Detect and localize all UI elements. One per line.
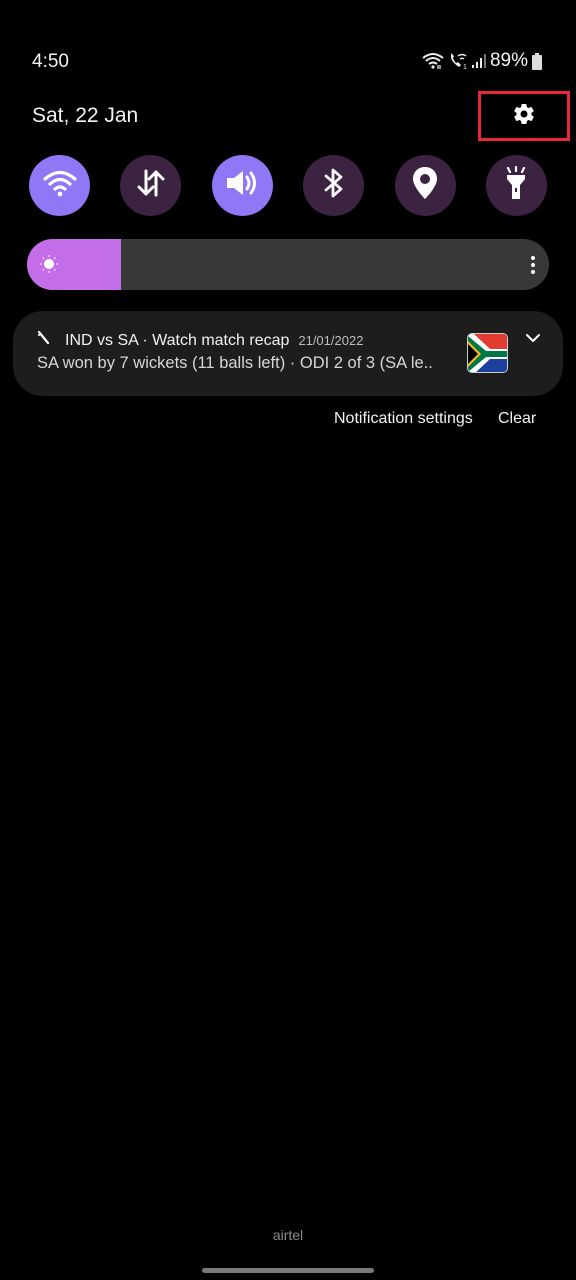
chevron-down-icon: [524, 332, 542, 349]
home-indicator[interactable]: [202, 1268, 374, 1273]
wifi-icon: [422, 52, 444, 70]
cricket-bat-icon: [37, 330, 51, 350]
gear-icon: [512, 102, 536, 131]
notification-header: IND vs SA · Watch match recap 21/01/2022: [37, 330, 364, 350]
tile-wifi[interactable]: [29, 155, 90, 216]
volume-icon: [224, 168, 260, 203]
tile-mobile-data[interactable]: [120, 155, 182, 216]
brightness-slider[interactable]: [27, 239, 549, 290]
flashlight-icon: [503, 165, 529, 205]
svg-text:1: 1: [463, 64, 467, 70]
quick-settings-tiles: [29, 155, 547, 216]
settings-button[interactable]: [478, 91, 570, 141]
wifi-calling-icon: 1: [448, 52, 468, 70]
sun-icon: [39, 254, 59, 279]
location-pin-icon: [412, 166, 438, 205]
notification-settings-button[interactable]: Notification settings: [334, 410, 473, 428]
battery-icon: [532, 52, 542, 70]
status-icons: 1 89%: [422, 50, 542, 72]
south-africa-flag: [467, 333, 508, 373]
carrier-label: airtel: [272, 1227, 304, 1243]
tile-flashlight[interactable]: [485, 155, 547, 216]
bluetooth-icon: [323, 167, 345, 204]
signal-icon: [471, 53, 486, 69]
clear-button[interactable]: Clear: [498, 410, 536, 428]
date-label: Sat, 22 Jan: [32, 104, 139, 127]
notification-body: SA won by 7 wickets (11 balls left) · OD…: [37, 354, 433, 372]
tile-location[interactable]: [394, 155, 456, 216]
expand-button[interactable]: [524, 331, 542, 350]
notification-title: IND vs SA · Watch match recap: [65, 331, 290, 349]
wifi-icon: [42, 169, 77, 202]
tile-sound[interactable]: [211, 155, 273, 216]
status-time: 4:50: [32, 51, 69, 72]
battery-percent: 89%: [489, 50, 528, 71]
more-vertical-icon[interactable]: [530, 255, 536, 280]
notification-date: 21/01/2022: [298, 333, 364, 348]
tile-bluetooth[interactable]: [303, 155, 365, 216]
data-transfer-icon: [136, 168, 166, 203]
